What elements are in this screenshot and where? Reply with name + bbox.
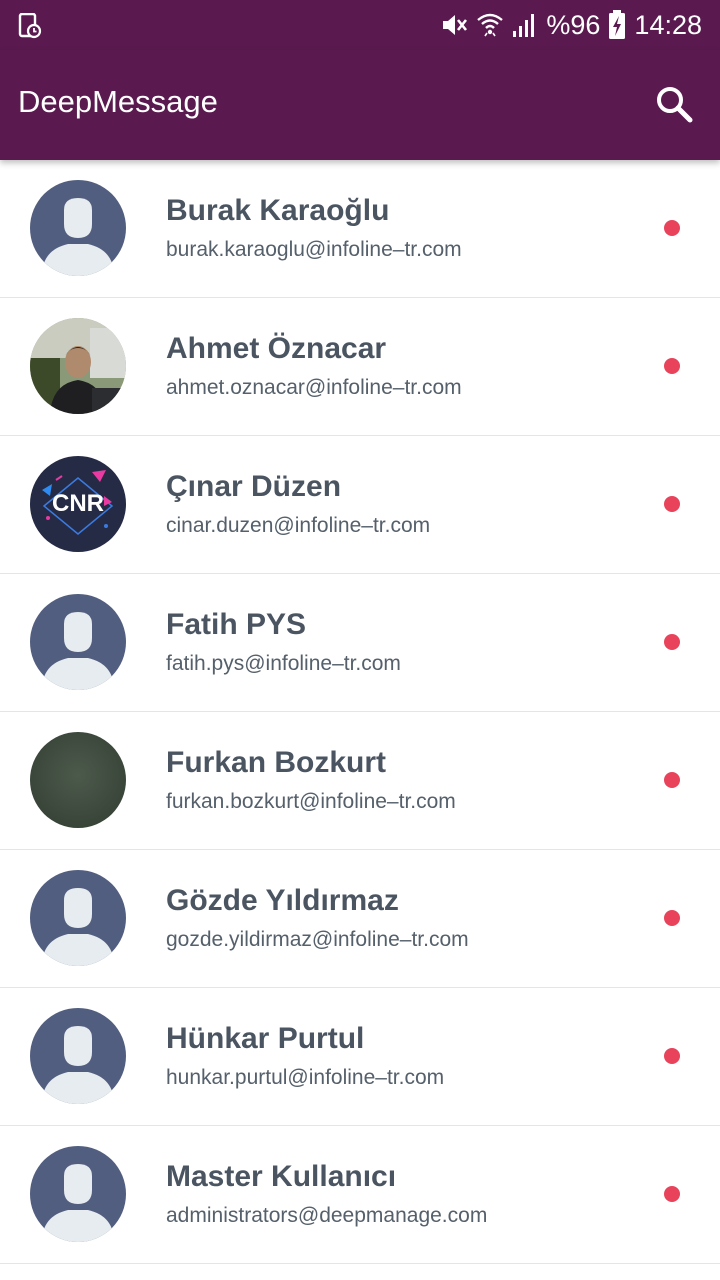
contact-name: Ahmet Öznacar [166,332,387,365]
battery-charging-icon [609,10,626,39]
contact-name: Fatih PYS [166,608,307,641]
contact-name: Burak Karaoğlu [166,194,390,227]
mute-icon [443,15,468,35]
contact-email: hunkar.purtul@infoline–tr.com [166,1066,445,1089]
default-avatar-icon [30,1008,126,1104]
contact-email: gozde.yildirmaz@infoline–tr.com [166,928,469,951]
status-dot [664,772,680,788]
contact-email: burak.karaoglu@infoline–tr.com [166,238,462,261]
contact-email: administrators@deepmanage.com [166,1204,488,1227]
status-dot [664,910,680,926]
contact-name: Master Kullanıcı [166,1160,397,1193]
contact-row[interactable]: Master Kullanıcı administrators@deepmana… [0,1126,720,1264]
app-title: DeepMessage [18,84,218,119]
contact-email: furkan.bozkurt@infoline–tr.com [166,790,456,813]
search-button[interactable] [654,84,694,124]
status-dot [664,1186,680,1202]
clock: 14:28 [634,9,702,40]
contact-row[interactable]: Hünkar Purtul hunkar.purtul@infoline–tr.… [0,988,720,1126]
contact-email: cinar.duzen@infoline–tr.com [166,514,431,537]
logo-text: CNR [52,490,104,517]
contact-row[interactable]: Fatih PYS fatih.pys@infoline–tr.com [0,574,720,712]
contact-row[interactable]: Furkan Bozkurt furkan.bozkurt@infoline–t… [0,712,720,850]
contact-row[interactable]: Burak Karaoğlu burak.karaoglu@infoline–t… [0,160,720,298]
default-avatar-icon [30,870,126,966]
status-dot [664,358,680,374]
contact-row[interactable]: CNR Çınar Düzen cinar.duzen@infoline–tr.… [0,436,720,574]
contact-name: Gözde Yıldırmaz [166,884,399,917]
status-dot [664,496,680,512]
search-icon [657,87,693,123]
status-dot [664,220,680,236]
logo-avatar: CNR [30,456,126,552]
contact-list: Burak Karaoğlu burak.karaoglu@infoline–t… [0,160,720,1264]
status-dot [664,634,680,650]
wifi-icon [477,13,504,37]
contact-name: Furkan Bozkurt [166,746,387,779]
status-dot [664,1048,680,1064]
photo-avatar [30,732,126,828]
contact-name: Çınar Düzen [166,470,342,503]
contact-email: fatih.pys@infoline–tr.com [166,652,401,675]
screen-record-icon [18,13,42,39]
default-avatar-icon [30,1146,126,1242]
contact-row[interactable]: Ahmet Öznacar ahmet.oznacar@infoline–tr.… [0,298,720,436]
photo-avatar [30,318,126,414]
default-avatar-icon [30,594,126,690]
app-bar: DeepMessage [0,50,720,160]
battery-percent: %96 [546,9,601,40]
contact-row[interactable]: Gözde Yıldırmaz gozde.yildirmaz@infoline… [0,850,720,988]
signal-icon [513,14,535,37]
contact-name: Hünkar Purtul [166,1022,365,1055]
status-icons: %96 14:28 [440,0,702,50]
contact-email: ahmet.oznacar@infoline–tr.com [166,376,462,399]
default-avatar-icon [30,180,126,276]
status-bar: %96 14:28 [0,0,720,50]
